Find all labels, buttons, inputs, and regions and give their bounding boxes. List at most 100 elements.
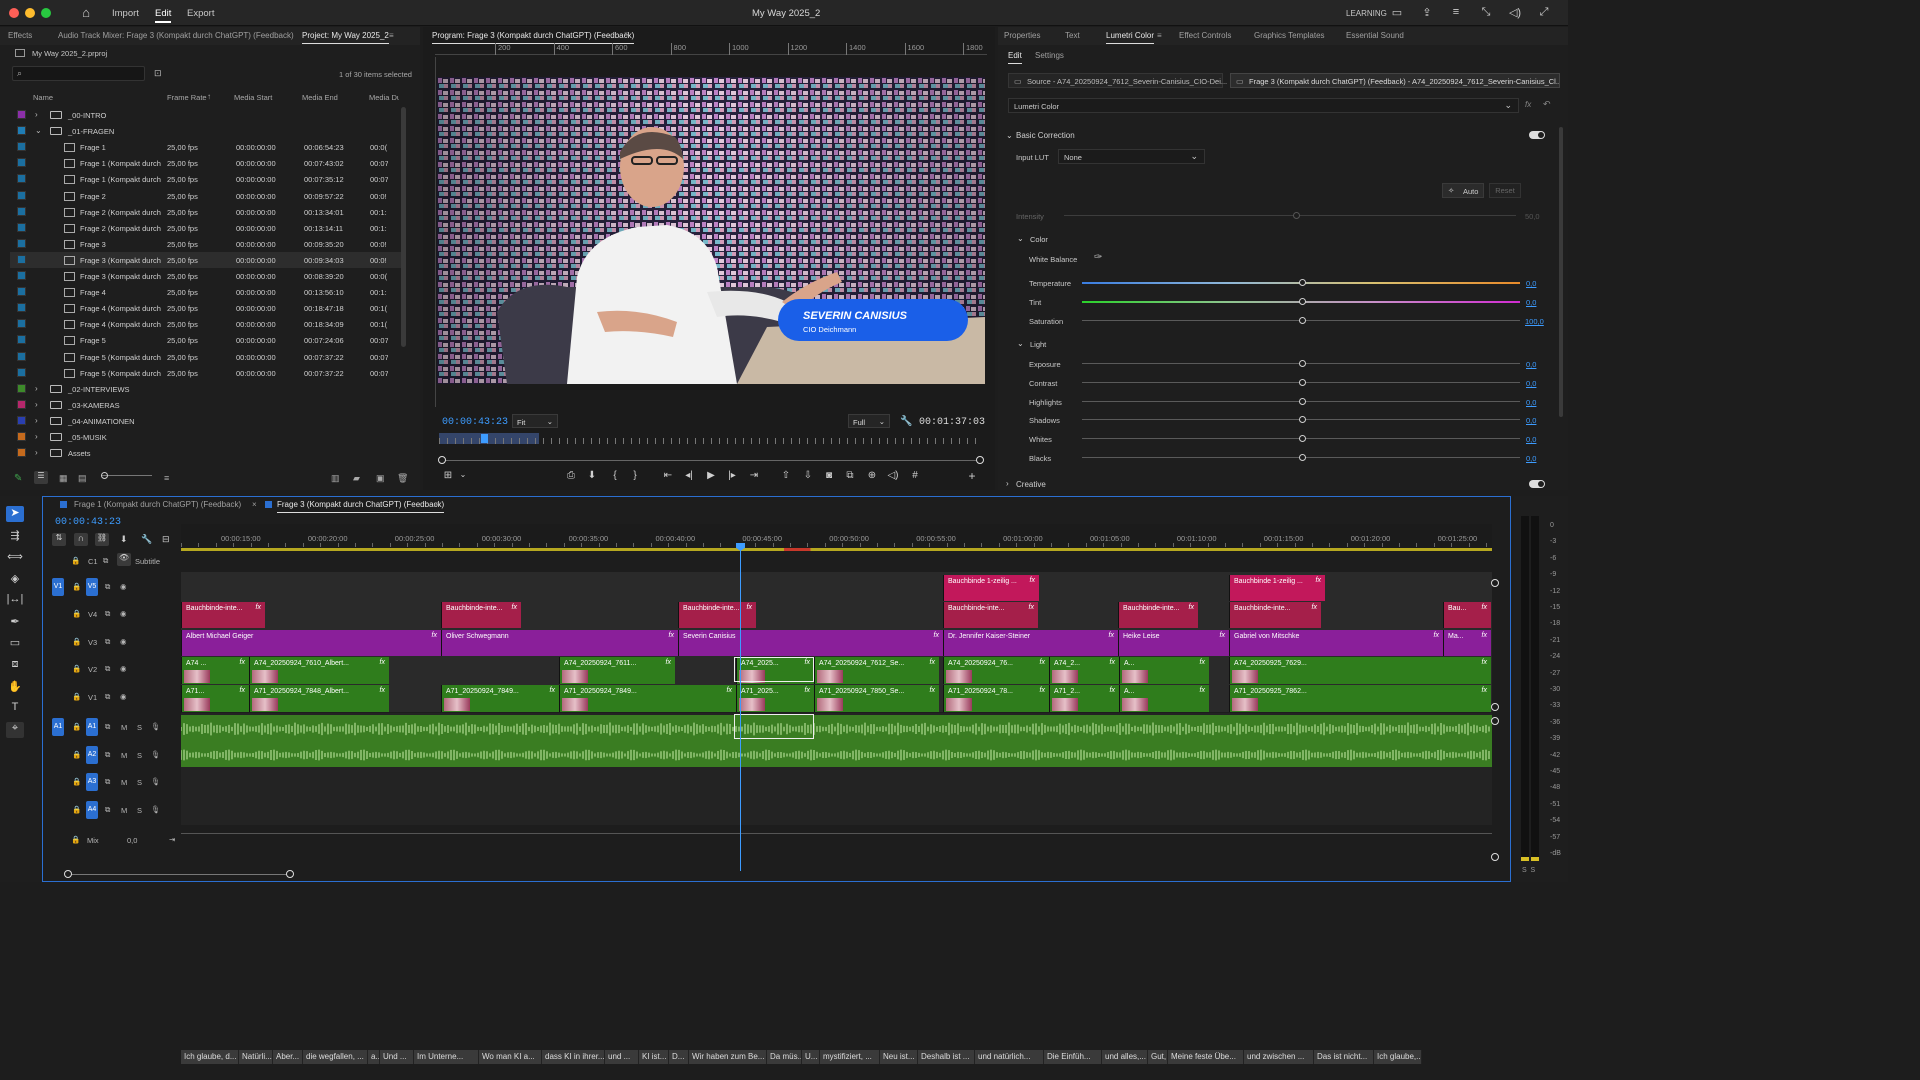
ripple-edit-icon[interactable]: ⟺ xyxy=(6,550,24,566)
clip-v1[interactable]: A... fx xyxy=(1119,685,1209,712)
light-section-header[interactable]: Light xyxy=(1030,340,1046,349)
list-icon[interactable]: ≡ xyxy=(1449,6,1463,20)
multicam-icon[interactable]: ⊕ xyxy=(865,470,879,481)
go-to-out-icon[interactable]: ⇥ xyxy=(747,470,761,481)
lock-icon[interactable]: 🔒 xyxy=(72,722,81,731)
play-icon[interactable]: ▶ xyxy=(704,470,718,481)
snap-icon[interactable]: ∩ xyxy=(74,533,88,546)
clip-v3[interactable]: Ma... fx xyxy=(1443,630,1491,656)
project-row[interactable]: › _03-KAMERAS xyxy=(10,397,405,413)
rectangle-icon[interactable]: ▭ xyxy=(6,636,24,652)
clip-v3[interactable]: Dr. Jennifer Kaiser-Steiner fx xyxy=(943,630,1118,656)
new-search-bin-icon[interactable]: ⊡ xyxy=(154,68,162,79)
step-forward-icon[interactable]: |▸ xyxy=(725,470,739,481)
clip-v3[interactable]: Severin Canisius fx xyxy=(678,630,943,656)
workspace-panel-icon[interactable]: ▭ xyxy=(1390,6,1404,20)
fx-icon[interactable]: fx xyxy=(1525,100,1531,109)
track-target-a4[interactable]: A4 xyxy=(86,801,98,819)
label-color-swatch[interactable] xyxy=(17,448,26,458)
new-bin-icon[interactable]: ▰ xyxy=(353,473,360,484)
chevron-right-icon[interactable]: › xyxy=(35,432,38,441)
caption-clip[interactable]: Die Einfüh... xyxy=(1044,1050,1102,1064)
project-row[interactable]: Frage 2 25,00 fps 00:00:00:00 00:09:57:22 00… xyxy=(10,188,405,204)
slider-knob-blacks[interactable] xyxy=(1299,454,1306,461)
input-lut-dropdown[interactable]: None ⌄ xyxy=(1058,149,1205,164)
settings-chevron-icon[interactable]: ⌄ xyxy=(456,470,470,479)
creative-chevron-icon[interactable]: › xyxy=(1006,479,1009,488)
intensity-value[interactable]: 50,0 xyxy=(1525,212,1540,221)
clip-v2[interactable]: A74_20250924_7612_Se... fx xyxy=(814,657,939,684)
clip-v2[interactable]: A... fx xyxy=(1119,657,1209,684)
type-icon[interactable]: T xyxy=(6,701,24,717)
audio-icon[interactable]: ◁) xyxy=(886,470,900,481)
pen-icon[interactable]: ✒ xyxy=(6,615,24,631)
label-color-swatch[interactable] xyxy=(17,174,26,184)
list-view-icon[interactable]: ☰ xyxy=(34,471,48,484)
lock-icon[interactable]: 🔒 xyxy=(72,777,81,786)
caption-clip[interactable]: D... xyxy=(669,1050,689,1064)
clip-v4[interactable]: Bauchbinde-inte... fx xyxy=(441,602,521,628)
tab-project[interactable]: Project: My Way 2025_2 xyxy=(302,31,389,44)
home-icon[interactable]: ⌂ xyxy=(79,5,93,20)
lock-icon[interactable]: 🔒 xyxy=(72,750,81,759)
program-timecode[interactable]: 00:00:43:23 xyxy=(442,417,508,428)
mark-in-icon[interactable]: { xyxy=(608,470,622,481)
selected-clip-outline[interactable] xyxy=(734,714,814,739)
lock-icon[interactable]: 🔒 xyxy=(72,664,81,673)
sync-lock-icon[interactable]: ⧉ xyxy=(105,805,110,815)
grid-icon[interactable]: # xyxy=(908,470,922,481)
caption-clip[interactable]: KI ist... xyxy=(639,1050,669,1064)
label-color-swatch[interactable] xyxy=(17,383,26,393)
sync-lock-icon[interactable]: ⧉ xyxy=(105,664,110,674)
clip-v4[interactable]: Bauchbinde-inte... fx xyxy=(181,602,265,628)
caption-clip[interactable]: dass KI in ihrer... xyxy=(542,1050,605,1064)
slider-knob-contrast[interactable] xyxy=(1299,378,1306,386)
project-row[interactable]: Frage 4 (Kompakt durch 25,00 fps 00:00:00:… xyxy=(10,316,405,332)
tab-sequence-frage3[interactable]: Frage 3 (Kompakt durch ChatGPT) (Feedbac… xyxy=(277,500,445,513)
chevron-right-icon[interactable]: › xyxy=(35,384,38,393)
label-color-swatch[interactable] xyxy=(17,238,26,248)
mute-button[interactable]: M xyxy=(121,723,127,732)
marker-icon[interactable]: ⬇ xyxy=(585,470,599,481)
sync-lock-icon[interactable]: ⧉ xyxy=(105,750,110,760)
slider-knob-highlights[interactable] xyxy=(1299,397,1306,405)
chevron-right-icon[interactable]: › xyxy=(35,416,38,425)
project-row[interactable]: Frage 4 (Kompakt durch 25,00 fps 00:00:00:… xyxy=(10,300,405,316)
audio-scroll-handle-top[interactable] xyxy=(1491,717,1499,725)
caption-clip[interactable]: Ich glaube, d... xyxy=(181,1050,239,1064)
caption-clip[interactable]: Ich glaube,... xyxy=(1374,1050,1422,1064)
fullscreen-icon[interactable]: ⤢ xyxy=(1537,6,1551,20)
label-color-swatch[interactable] xyxy=(17,399,26,409)
project-row[interactable]: Frage 5 25,00 fps 00:00:00:00 00:07:24:06 00… xyxy=(10,332,405,348)
label-color-swatch[interactable] xyxy=(17,222,26,232)
eyedropper-icon[interactable]: ✑ xyxy=(1094,252,1102,263)
mute-button[interactable]: M xyxy=(121,778,127,787)
caption-clip[interactable]: Im Unterne... xyxy=(414,1050,479,1064)
fit-dropdown[interactable]: Fit ⌄ xyxy=(512,414,558,428)
captions-icon[interactable]: ⊟ xyxy=(162,534,170,545)
add-marker-icon[interactable]: ⬇ xyxy=(120,534,128,545)
icon-view-icon[interactable]: ▦ xyxy=(59,473,68,484)
timeline-menu-icon[interactable]: ≡ xyxy=(435,500,440,509)
clip-v1[interactable]: A71_20250924_7849... fx xyxy=(559,685,736,712)
sort-icon[interactable]: ≡ xyxy=(164,473,169,483)
clip-v4[interactable]: Bauchbinde-inte... fx xyxy=(1229,602,1321,628)
sync-lock-icon[interactable]: ⧉ xyxy=(105,692,110,702)
creative-toggle[interactable] xyxy=(1529,480,1545,488)
eye-icon[interactable]: ◉ xyxy=(120,637,127,646)
menu-export[interactable]: Export xyxy=(187,8,214,19)
selected-video-outline[interactable] xyxy=(734,657,814,682)
close-window-button[interactable] xyxy=(9,8,19,18)
caption-clip[interactable]: Deshalb ist ... xyxy=(918,1050,975,1064)
scroll-start-handle[interactable] xyxy=(64,870,72,878)
caption-clip[interactable]: Natürli... xyxy=(239,1050,273,1064)
slider-value-tint[interactable]: 0,0 xyxy=(1526,298,1536,307)
reset-effect-icon[interactable]: ↶ xyxy=(1543,99,1551,110)
label-color-swatch[interactable] xyxy=(17,190,26,200)
eye-icon[interactable]: ◉ xyxy=(120,664,127,673)
slider-value-contrast[interactable]: 0,0 xyxy=(1526,379,1536,388)
caption-sync-icon[interactable]: ⧉ xyxy=(103,556,108,566)
color-section-header[interactable]: Color xyxy=(1030,235,1048,244)
slider-value-blacks[interactable]: 0,0 xyxy=(1526,454,1536,463)
basic-correction-toggle[interactable] xyxy=(1529,131,1545,139)
